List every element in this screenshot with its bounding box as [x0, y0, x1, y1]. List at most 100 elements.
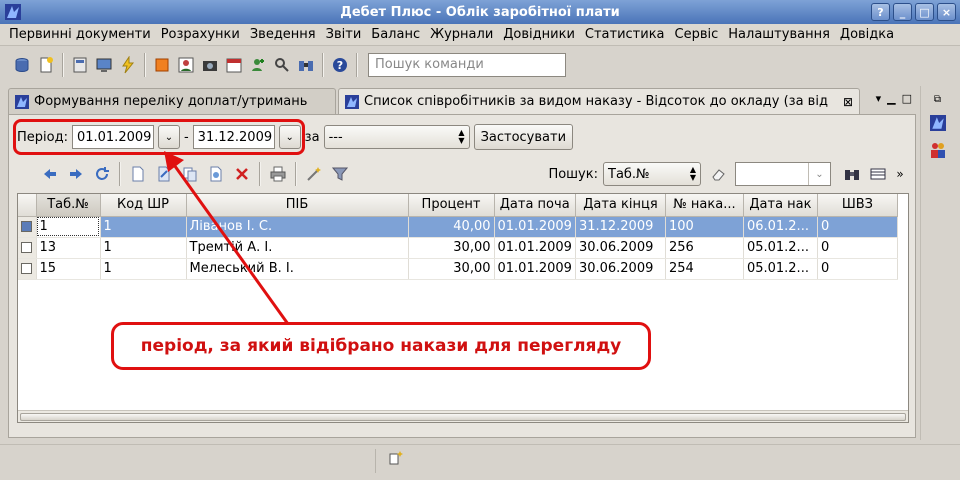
cell-start-date[interactable]: 01.01.2009	[494, 237, 576, 259]
app-logo-icon[interactable]	[929, 115, 946, 131]
horizontal-scrollbar[interactable]	[18, 410, 908, 422]
cell-order-date[interactable]: 05.01.2...	[743, 258, 818, 280]
column-header-staff-code[interactable]: Код ШР	[100, 194, 187, 217]
tab-employee-list[interactable]: Список співробітників за видом наказу - …	[338, 88, 860, 114]
menu-statistics[interactable]: Статистика	[580, 27, 670, 42]
close-window-button[interactable]: ×	[937, 3, 956, 21]
za-select[interactable]: --- ▲ ▼	[323, 125, 470, 149]
calendar-button[interactable]	[222, 53, 246, 77]
columns-button[interactable]	[865, 162, 891, 186]
date-from-dropdown[interactable]: ⌄	[157, 125, 180, 149]
menu-summaries[interactable]: Зведення	[245, 27, 321, 42]
find-next-button[interactable]	[839, 162, 865, 186]
cell-end-date[interactable]: 30.06.2009	[575, 258, 666, 280]
menu-journals[interactable]: Журнали	[425, 27, 498, 42]
column-header-shvz[interactable]: ШВЗ	[817, 194, 898, 217]
cell-end-date[interactable]: 31.12.2009	[575, 216, 666, 238]
cell-tab-number[interactable]: 15	[36, 258, 101, 280]
tab-menu-icon[interactable]: ▾	[876, 92, 882, 105]
row-checkbox[interactable]	[21, 242, 33, 253]
row-marker[interactable]	[18, 258, 37, 280]
filter-button[interactable]	[327, 162, 353, 186]
cell-order-date[interactable]: 05.01.2...	[743, 237, 818, 259]
menu-calculations[interactable]: Розрахунки	[156, 27, 245, 42]
date-from-input[interactable]: 01.01.2009	[71, 125, 154, 149]
cell-tab-number[interactable]: 1	[36, 216, 101, 238]
menu-settings[interactable]: Налаштування	[723, 27, 835, 42]
cell-staff-code[interactable]: 1	[100, 237, 187, 259]
cell-full-name[interactable]: Мелеський В. І.	[186, 258, 409, 280]
column-header-tab-number[interactable]: Таб.№	[36, 194, 101, 217]
cell-percent[interactable]: 40,00	[408, 216, 495, 238]
cell-start-date[interactable]: 01.01.2009	[494, 216, 576, 238]
grid-search-field-select[interactable]: Таб.№ ▲ ▼	[603, 162, 701, 186]
prev-button[interactable]	[37, 162, 63, 186]
command-search-input[interactable]: Пошук команди	[368, 53, 566, 77]
column-header-order-date[interactable]: Дата нак	[743, 194, 818, 217]
close-tab-icon[interactable]: ⊠	[839, 95, 853, 109]
clear-search-button[interactable]	[705, 162, 731, 186]
column-header-order-number[interactable]: № нака...	[665, 194, 744, 217]
table-row[interactable]: 15 1 Мелеський В. І. 30,00 01.01.2009 30…	[18, 258, 898, 280]
cell-percent[interactable]: 30,00	[408, 258, 495, 280]
calculator-button[interactable]	[68, 53, 92, 77]
tab-allowance-list[interactable]: Формування переліку доплат/утримань	[8, 88, 336, 114]
database-button[interactable]	[10, 53, 34, 77]
date-to-dropdown[interactable]: ⌄	[278, 125, 301, 149]
more-tools-button[interactable]: »	[891, 162, 909, 186]
print-button[interactable]	[265, 162, 291, 186]
maximize-window-button[interactable]: □	[915, 3, 934, 21]
scrollbar-thumb[interactable]	[20, 413, 906, 421]
chevron-down-icon[interactable]: ⌄	[808, 163, 830, 185]
column-header-percent[interactable]: Процент	[408, 194, 495, 217]
cell-staff-code[interactable]: 1	[100, 216, 187, 238]
next-button[interactable]	[63, 162, 89, 186]
refresh-button[interactable]	[89, 162, 115, 186]
menu-balance[interactable]: Баланс	[366, 27, 425, 42]
wand-button[interactable]	[301, 162, 327, 186]
cell-tab-number[interactable]: 13	[36, 237, 101, 259]
cell-order-number[interactable]: 100	[665, 216, 744, 238]
binoculars-button[interactable]	[294, 53, 318, 77]
person-card-button[interactable]	[174, 53, 198, 77]
copy-record-button[interactable]	[177, 162, 203, 186]
cell-full-name[interactable]: Ліванов І. С.	[186, 216, 409, 238]
help-window-button[interactable]: ?	[871, 3, 890, 21]
camera-button[interactable]	[198, 53, 222, 77]
dock-restore-button[interactable]: ⧉	[934, 94, 941, 105]
row-marker[interactable]	[18, 237, 37, 259]
edit-record-button[interactable]	[151, 162, 177, 186]
cell-shvz[interactable]: 0	[817, 216, 898, 238]
column-header-full-name[interactable]: ПІБ	[186, 194, 409, 217]
cell-end-date[interactable]: 30.06.2009	[575, 237, 666, 259]
menu-directories[interactable]: Довідники	[498, 27, 580, 42]
lightning-button[interactable]	[116, 53, 140, 77]
add-user-button[interactable]	[246, 53, 270, 77]
minimize-tab-icon[interactable]: ▁	[887, 92, 895, 105]
row-checkbox[interactable]	[21, 263, 33, 274]
cell-order-number[interactable]: 256	[665, 237, 744, 259]
row-marker[interactable]	[18, 216, 37, 238]
menu-service[interactable]: Сервіс	[670, 27, 724, 42]
table-row[interactable]: 1 1 Ліванов І. С. 40,00 01.01.2009 31.12…	[18, 216, 898, 238]
cell-order-date[interactable]: 06.01.2...	[743, 216, 818, 238]
column-header-start-date[interactable]: Дата поча	[494, 194, 576, 217]
cell-staff-code[interactable]: 1	[100, 258, 187, 280]
cell-percent[interactable]: 30,00	[408, 237, 495, 259]
help-button[interactable]: ?	[328, 53, 352, 77]
find-button[interactable]	[270, 53, 294, 77]
menu-reports[interactable]: Звіти	[321, 27, 367, 42]
cell-shvz[interactable]: 0	[817, 237, 898, 259]
delete-record-button[interactable]	[229, 162, 255, 186]
cell-order-number[interactable]: 254	[665, 258, 744, 280]
apply-button[interactable]: Застосувати	[473, 124, 574, 150]
orange-square-button[interactable]	[150, 53, 174, 77]
view-record-button[interactable]	[203, 162, 229, 186]
monitor-button[interactable]	[92, 53, 116, 77]
new-window-icon[interactable]	[388, 450, 404, 466]
new-document-button[interactable]	[34, 53, 58, 77]
add-record-button[interactable]	[125, 162, 151, 186]
cell-start-date[interactable]: 01.01.2009	[494, 258, 576, 280]
maximize-tab-icon[interactable]: □	[902, 92, 912, 105]
column-header-end-date[interactable]: Дата кінця	[575, 194, 666, 217]
